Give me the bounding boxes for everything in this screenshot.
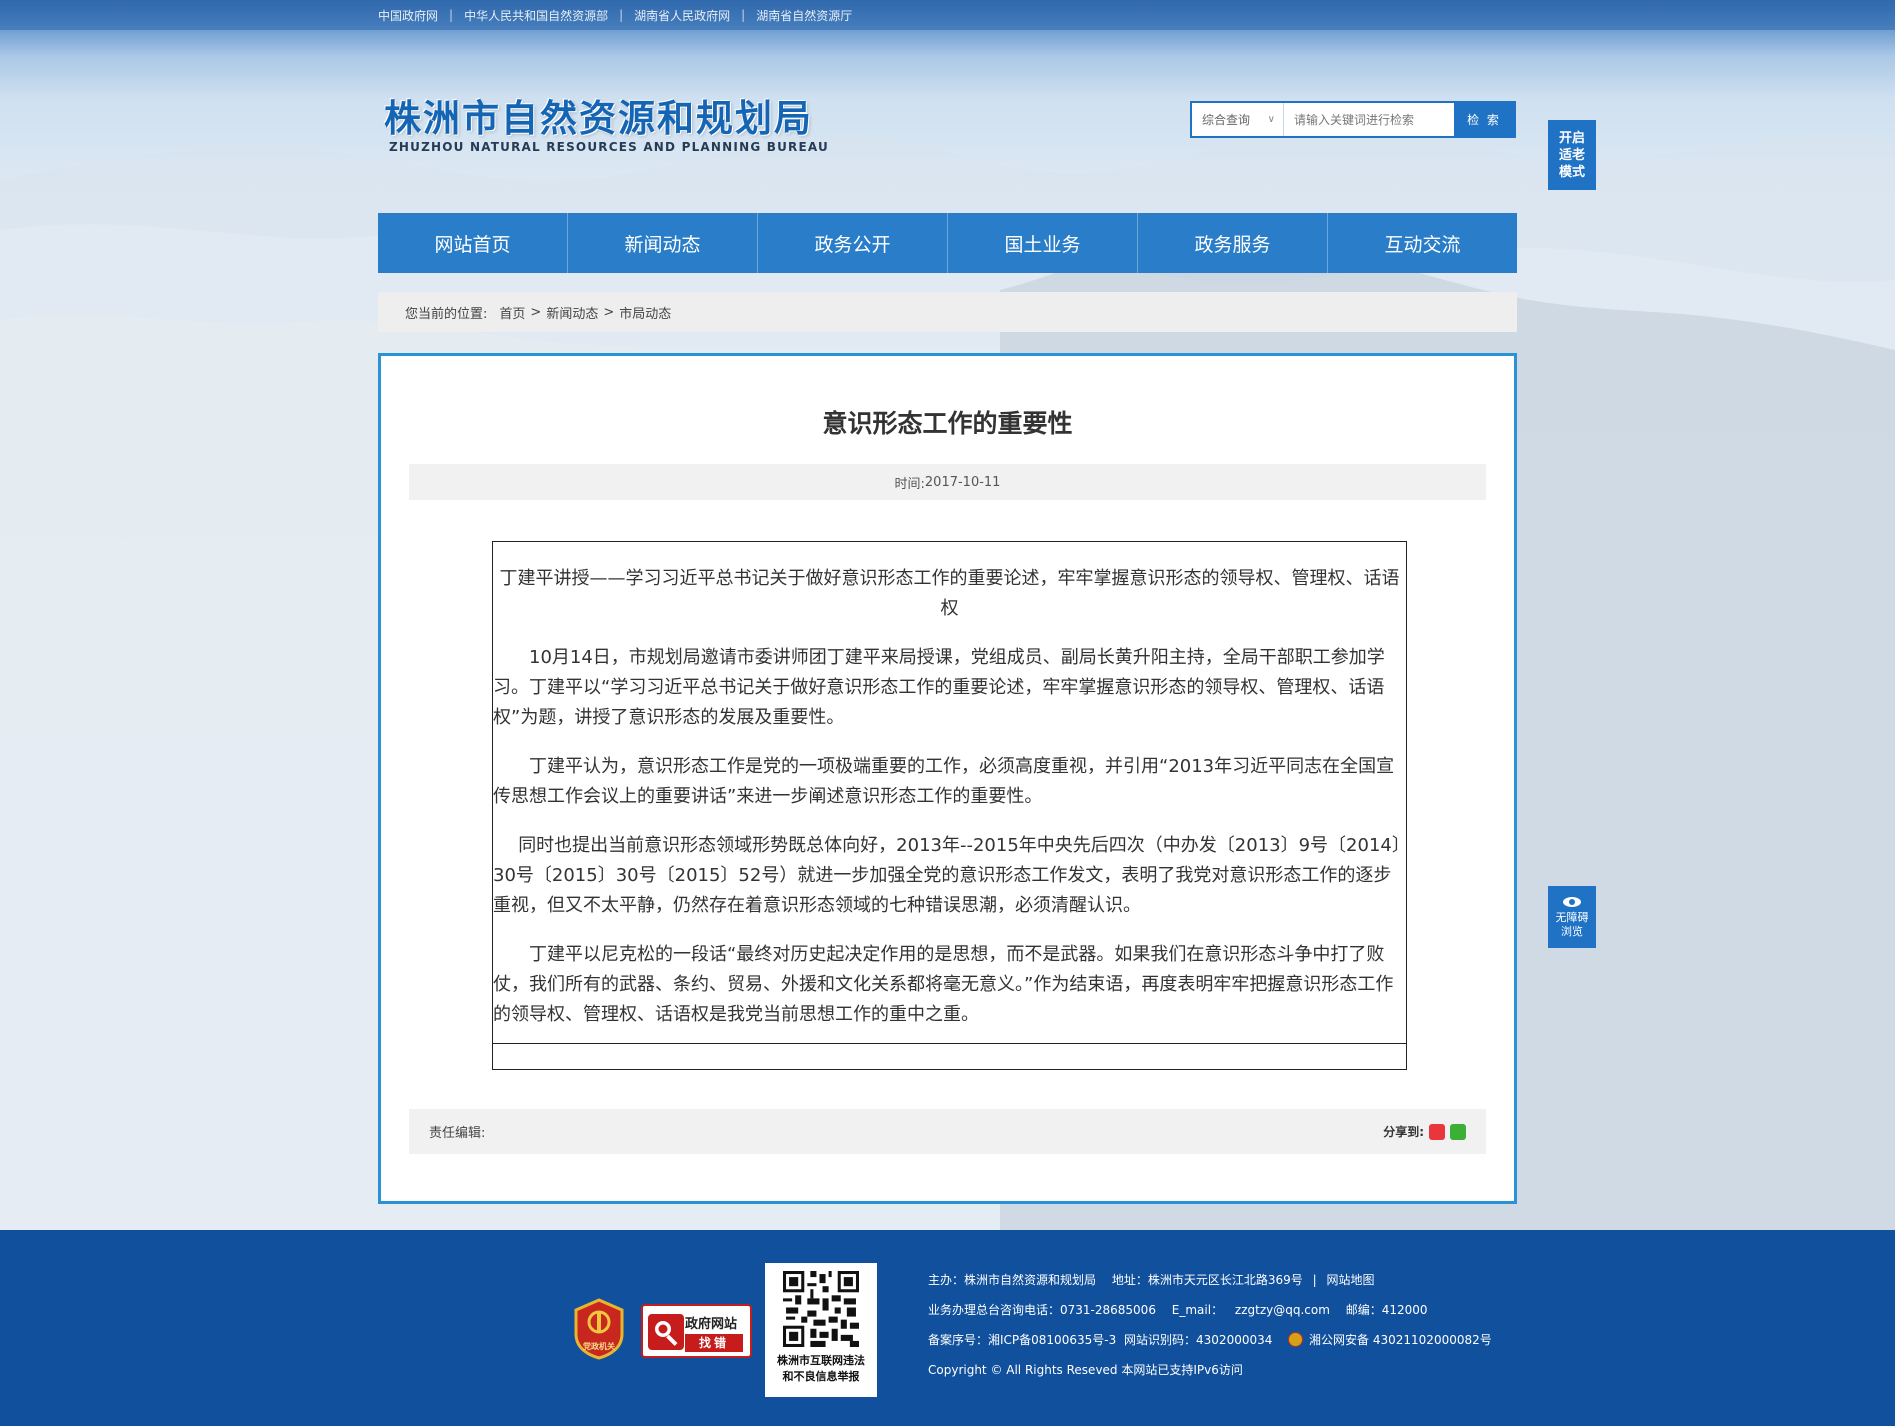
nav-item-home[interactable]: 网站首页 <box>378 213 568 273</box>
footer-hotline: 业务办理总台咨询电话：0731-28685006 <box>928 1303 1156 1317</box>
footer-row-contact: 业务办理总台咨询电话：0731-28685006 E_mail： zzgtzy@… <box>928 1295 1492 1325</box>
site-logo-cn[interactable]: 株洲市自然资源和规划局 <box>384 88 813 142</box>
search-box: 综合查询 ∨ 检 索 <box>1190 101 1516 138</box>
article-footer-bar: 责任编辑: 分享到: <box>409 1109 1486 1154</box>
article-paragraph: 同时也提出当前意识形态领域形势既总体向好，2013年--2015年中央先后四次（… <box>493 835 1401 916</box>
breadcrumb-item-home[interactable]: 首页 <box>499 303 525 322</box>
breadcrumb-item-city-news[interactable]: 市局动态 <box>619 303 671 322</box>
top-link-bar: 中国政府网 | 中华人民共和国自然资源部 | 湖南省人民政府网 | 湖南省自然资… <box>0 0 1895 30</box>
top-links: 中国政府网 | 中华人民共和国自然资源部 | 湖南省人民政府网 | 湖南省自然资… <box>378 0 852 30</box>
footer-email[interactable]: zzgtzy@qq.com <box>1235 1303 1330 1317</box>
article-paragraph-subtitle: 丁建平讲授——学习习近平总书记关于做好意识形态工作的重要论述，牢牢掌握意识形态的… <box>499 568 1400 619</box>
error-badge-title: 政府网站 <box>685 1317 738 1332</box>
breadcrumb-separator: > <box>530 304 542 320</box>
qr-code-icon <box>783 1271 859 1347</box>
site-error-report-badge[interactable]: 政府网站 找错 <box>641 1304 752 1358</box>
breadcrumb: 您当前的位置: 首页 > 新闻动态 > 市局动态 <box>378 292 1517 332</box>
main-nav: 网站首页 新闻动态 政务公开 国土业务 政务服务 互动交流 <box>378 213 1517 273</box>
footer-sitemap-link[interactable]: 网站地图 <box>1326 1273 1374 1287</box>
elder-mode-line: 适老 <box>1558 147 1585 163</box>
article-content-table: 丁建平讲授——学习习近平总书记关于做好意识形态工作的重要论述，牢牢掌握意识形态的… <box>492 541 1407 1070</box>
article-body: 丁建平讲授——学习习近平总书记关于做好意识形态工作的重要论述，牢牢掌握意识形态的… <box>493 542 1406 1030</box>
footer-address: 地址：株洲市天元区长江北路369号 <box>1111 1273 1303 1287</box>
elder-mode-button[interactable]: 开启 适老 模式 <box>1548 120 1596 190</box>
nav-item-gov-services[interactable]: 政务服务 <box>1138 213 1328 273</box>
nav-item-land-business[interactable]: 国土业务 <box>948 213 1138 273</box>
date-value: 2017-10-11 <box>924 474 1001 490</box>
chevron-down-icon: ∨ <box>1267 114 1275 125</box>
party-gov-badge[interactable]: 党政机关 <box>572 1298 626 1360</box>
police-badge-icon <box>1288 1332 1304 1347</box>
footer-email-label: E_mail： <box>1171 1303 1224 1317</box>
date-label: 时间: <box>894 476 925 492</box>
search-scope-value: 综合查询 <box>1202 113 1251 127</box>
article-paragraph: 丁建平以尼克松的一段话“最终对历史起决定作用的是思想，而不是武器。如果我们在意识… <box>493 944 1394 1025</box>
search-input[interactable] <box>1284 103 1454 136</box>
qr-caption-line: 和不良信息举报 <box>782 1370 860 1383</box>
top-link-separator: | <box>449 8 454 22</box>
footer-copyright: Copyright © All Rights Reseved 本网站已支持IPv… <box>928 1363 1243 1377</box>
elder-mode-line: 模式 <box>1558 164 1585 180</box>
article-panel: 意识形态工作的重要性 时间: 2017-10-11 丁建平讲授——学习习近平总书… <box>378 353 1517 1204</box>
article-paragraph: 10月14日，市规划局邀请市委讲师团丁建平来局授课，党组成员、副局长黄升阳主持，… <box>493 647 1385 728</box>
search-button[interactable]: 检 索 <box>1454 103 1514 136</box>
wechat-share-icon[interactable] <box>1450 1123 1466 1140</box>
accessibility-line: 浏览 <box>1561 924 1583 938</box>
footer-police-record[interactable]: 湘公网安备 43021102000082号 <box>1309 1333 1492 1347</box>
top-link-separator: | <box>619 8 624 22</box>
top-link-mnr[interactable]: 中华人民共和国自然资源部 <box>464 7 608 24</box>
qr-caption: 株洲市互联网违法 和不良信息举报 <box>765 1353 877 1385</box>
elder-mode-line: 开启 <box>1558 130 1585 146</box>
eye-icon <box>1563 896 1581 907</box>
footer-separator: | <box>1312 1273 1317 1287</box>
article-date: 时间: 2017-10-11 <box>409 464 1486 500</box>
breadcrumb-item-news[interactable]: 新闻动态 <box>546 303 598 322</box>
top-link-hunan-gov[interactable]: 湖南省人民政府网 <box>634 7 730 24</box>
breadcrumb-separator: > <box>603 304 615 320</box>
magnifier-icon <box>648 1314 684 1350</box>
article-title: 意识形态工作的重要性 <box>822 409 1073 438</box>
editor-label: 责任编辑: <box>429 1126 486 1141</box>
error-badge-button: 找错 <box>685 1334 743 1352</box>
footer-row-host: 主办：株洲市自然资源和规划局 地址：株洲市天元区长江北路369号 | 网站地图 <box>928 1265 1492 1295</box>
nav-item-gov-affairs[interactable]: 政务公开 <box>758 213 948 273</box>
search-scope-select[interactable]: 综合查询 ∨ <box>1192 103 1284 136</box>
accessibility-line: 无障碍 <box>1555 910 1589 924</box>
breadcrumb-label: 您当前的位置: <box>405 306 488 322</box>
share-label: 分享到: <box>1383 1125 1424 1139</box>
footer-host: 主办：株洲市自然资源和规划局 <box>928 1273 1097 1287</box>
article-paragraph: 丁建平认为，意识形态工作是党的一项极端重要的工作，必须高度重视，并引用“2013… <box>493 756 1395 807</box>
site-logo-en: ZHUZHOU NATURAL RESOURCES AND PLANNING B… <box>389 140 829 154</box>
accessibility-button[interactable]: 无障碍 浏览 <box>1548 886 1596 948</box>
weibo-share-icon[interactable] <box>1429 1123 1445 1140</box>
footer-row-icp: 备案序号：湘ICP备08100635号-3 网站识别码：4302000034 湘… <box>928 1325 1492 1355</box>
footer-row-copyright: Copyright © All Rights Reseved 本网站已支持IPv… <box>928 1355 1492 1385</box>
report-qr-box[interactable]: 株洲市互联网违法 和不良信息举报 <box>765 1263 877 1397</box>
share-group: 分享到: <box>1383 1123 1466 1140</box>
footer-postcode: 邮编：412000 <box>1345 1303 1428 1317</box>
top-link-separator: | <box>741 8 746 22</box>
nav-item-news[interactable]: 新闻动态 <box>568 213 758 273</box>
footer-site-code: 网站识别码：4302000034 <box>1124 1333 1273 1347</box>
top-link-gov[interactable]: 中国政府网 <box>378 7 438 24</box>
article-table-bottom-row <box>493 1043 1406 1069</box>
nav-item-interaction[interactable]: 互动交流 <box>1328 213 1517 273</box>
party-badge-text: 党政机关 <box>583 1341 615 1351</box>
footer-info: 主办：株洲市自然资源和规划局 地址：株洲市天元区长江北路369号 | 网站地图 … <box>928 1265 1492 1385</box>
top-link-hunan-nr[interactable]: 湖南省自然资源厅 <box>756 7 852 24</box>
footer-icp[interactable]: 备案序号：湘ICP备08100635号-3 <box>928 1333 1116 1347</box>
qr-caption-line: 株洲市互联网违法 <box>777 1354 865 1367</box>
